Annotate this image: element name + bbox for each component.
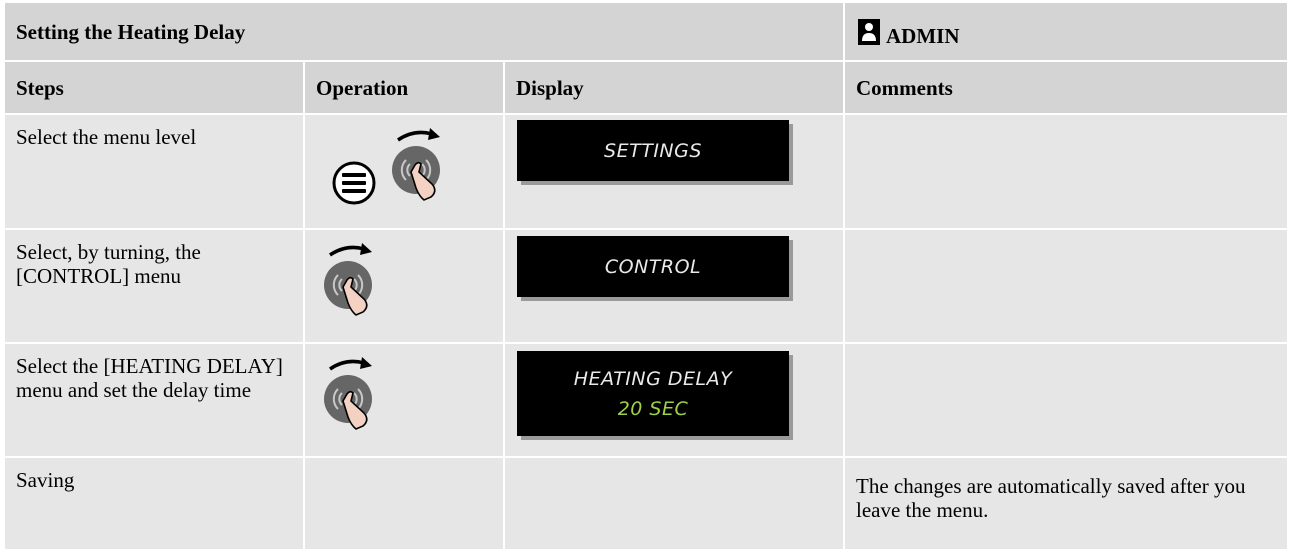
column-header-comments: Comments [845, 62, 1287, 113]
admin-role: ADMIN [845, 3, 1287, 60]
menu-button-icon [332, 161, 376, 205]
display-cell [505, 458, 843, 549]
table-title: Setting the Heating Delay [5, 3, 843, 60]
turn-knob-icon [392, 128, 440, 201]
lcd-value: 20 SEC [617, 397, 689, 420]
step-text: Saving [5, 458, 303, 549]
column-header-operation: Operation [305, 62, 503, 113]
comment-text [845, 230, 1287, 342]
comment-text [845, 115, 1287, 228]
user-icon [858, 18, 880, 45]
display-cell: HEATING DELAY 20 SEC [505, 344, 843, 456]
step-text: Select the menu level [5, 115, 303, 228]
turn-knob-icon [324, 357, 372, 430]
display-cell: CONTROL [505, 230, 843, 342]
operation-cell [305, 230, 503, 342]
instruction-table: Setting the Heating Delay ADMIN Steps Op… [5, 3, 1287, 549]
display-cell: SETTINGS [505, 115, 843, 228]
lcd-display: SETTINGS [517, 120, 789, 181]
operation-cell [305, 458, 503, 549]
lcd-line: HEATING DELAY [573, 367, 733, 390]
lcd-line: SETTINGS [604, 139, 702, 162]
comment-text [845, 344, 1287, 456]
step-text: Select the [HEATING DELAY] menu and set … [5, 344, 303, 456]
step-text: Select, by turning, the [CONTROL] menu [5, 230, 303, 342]
operation-cell [305, 115, 503, 228]
lcd-line: CONTROL [604, 255, 702, 278]
role-label: ADMIN [886, 23, 960, 48]
column-header-steps: Steps [5, 62, 303, 113]
operation-cell [305, 344, 503, 456]
turn-knob-icon [324, 243, 372, 316]
comment-text: The changes are automatically saved afte… [845, 458, 1287, 549]
lcd-display: HEATING DELAY 20 SEC [517, 351, 789, 436]
column-header-display: Display [505, 62, 843, 113]
lcd-display: CONTROL [517, 236, 789, 297]
